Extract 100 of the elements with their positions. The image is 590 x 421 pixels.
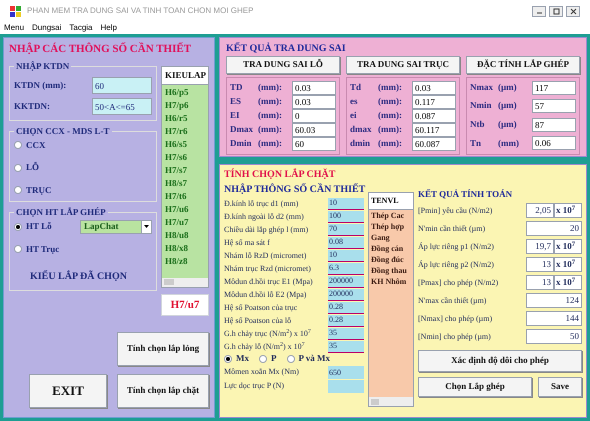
- value-field[interactable]: 20: [526, 221, 582, 236]
- menu-item[interactable]: Help: [100, 22, 117, 34]
- exit-button[interactable]: EXIT: [29, 374, 107, 408]
- list-item[interactable]: Đồng thau: [371, 265, 411, 276]
- allow-interference-button[interactable]: Xác định độ dôi cho phép: [418, 350, 582, 372]
- value-field[interactable]: 0.03: [412, 80, 456, 94]
- list-item[interactable]: H6/r5: [165, 112, 205, 125]
- loose-fit-button[interactable]: Tính chọn lắp lỏng: [117, 332, 209, 366]
- input-field[interactable]: 35: [328, 340, 364, 352]
- input-field[interactable]: 0.08: [328, 236, 364, 248]
- radio-label: HT Lỗ: [26, 220, 52, 233]
- list-item[interactable]: Đồng cán: [371, 243, 411, 254]
- row-label: Nmin: [470, 99, 493, 112]
- unit-label: (mm):: [258, 94, 283, 108]
- input-field[interactable]: 10: [328, 198, 364, 210]
- value-field[interactable]: 19,7: [526, 239, 554, 254]
- maximize-icon: [552, 8, 560, 14]
- list-item[interactable]: KH Nhôm: [371, 276, 411, 287]
- group-title: CHỌN CCX - MDS L-T: [15, 125, 110, 138]
- list-item[interactable]: H7/p6: [165, 99, 205, 112]
- menu-item[interactable]: Dungsai: [32, 22, 62, 34]
- input-field[interactable]: 35: [328, 328, 364, 340]
- radio-button[interactable]: [14, 245, 22, 254]
- list-item[interactable]: H6/s5: [165, 138, 205, 151]
- group-header[interactable]: TRA DUNG SAI LỖ: [226, 56, 340, 74]
- param-label: Môdun đ.hồi trục E1 (Mpa): [224, 276, 313, 288]
- dropdown[interactable]: LapChat: [80, 220, 152, 234]
- choose-fit-button[interactable]: Chọn Lắp ghép: [418, 376, 532, 396]
- scrollbar[interactable]: [369, 397, 413, 406]
- value-field[interactable]: 0.087: [412, 108, 456, 122]
- menu-item[interactable]: Tacgia: [69, 22, 92, 34]
- list-item[interactable]: H7/u6: [165, 203, 205, 216]
- input-field[interactable]: 70: [328, 224, 364, 236]
- list-item[interactable]: H7/s6: [165, 151, 205, 164]
- value-field[interactable]: 60.087: [412, 136, 456, 150]
- list-item[interactable]: Thép Cac: [371, 210, 411, 221]
- value-field[interactable]: 60.03: [292, 122, 336, 136]
- input-field[interactable]: 60: [92, 77, 152, 94]
- exponent-label: x 10$^{7}$: [554, 257, 582, 272]
- radio-label: Mx: [236, 352, 249, 366]
- list-item[interactable]: Gang: [371, 232, 411, 243]
- radio-button[interactable]: [14, 164, 22, 172]
- value-field[interactable]: 13: [526, 275, 554, 290]
- value-field[interactable]: 0.03: [292, 94, 336, 108]
- value-field[interactable]: 0.117: [412, 94, 456, 108]
- menu-item[interactable]: Menu: [4, 22, 24, 34]
- input-field[interactable]: 10: [328, 250, 364, 262]
- input-field[interactable]: 200000: [328, 288, 364, 300]
- save-button[interactable]: Save: [538, 376, 582, 396]
- list-item[interactable]: H7/s7: [165, 164, 205, 177]
- radio-button[interactable]: [14, 141, 22, 150]
- input-field[interactable]: [328, 380, 364, 392]
- radio-label: HT Trục: [26, 242, 60, 256]
- list-item[interactable]: H8/z8: [165, 255, 205, 268]
- group-header[interactable]: ĐẶC TÍNH LẮP GHÉP: [466, 56, 580, 74]
- list-item[interactable]: H7/t6: [165, 190, 205, 203]
- group-header[interactable]: TRA DUNG SAI TRỤC: [346, 56, 460, 74]
- list-item[interactable]: H8/x8: [165, 242, 205, 255]
- radio-button[interactable]: [286, 355, 294, 363]
- list-item[interactable]: H8/u8: [165, 229, 205, 242]
- close-button[interactable]: [566, 6, 580, 16]
- list-item[interactable]: Đồng đúc: [371, 254, 411, 265]
- value-field[interactable]: 60.117: [412, 122, 456, 136]
- input-field[interactable]: 200000: [328, 276, 364, 288]
- radio-button[interactable]: [259, 355, 267, 363]
- value-field[interactable]: 13: [526, 257, 554, 272]
- value-field[interactable]: 144: [526, 311, 582, 326]
- param-label: Mômen xoắn Mx (Nm): [224, 366, 299, 378]
- input-field[interactable]: 0.28: [328, 302, 364, 314]
- value-field[interactable]: 117: [532, 80, 576, 94]
- panel-title: NHẬP CÁC THÔNG SỐ CẦN THIẾT: [9, 41, 192, 57]
- input-field[interactable]: 0.28: [328, 314, 364, 326]
- value-field[interactable]: 2,05: [526, 203, 554, 218]
- list-item[interactable]: H7/u7: [165, 216, 205, 229]
- list-item[interactable]: H7/r6: [165, 125, 205, 138]
- param-label: Hệ số Poatson của lỗ: [224, 314, 292, 326]
- value-field[interactable]: 0.06: [532, 136, 576, 150]
- value-field[interactable]: 57: [532, 99, 576, 114]
- value-field[interactable]: 60: [292, 136, 336, 150]
- close-icon: [570, 8, 576, 14]
- maximize-button[interactable]: [549, 6, 563, 16]
- input-field[interactable]: 50<A<=65: [92, 98, 152, 115]
- value-field[interactable]: 124: [526, 293, 582, 308]
- value-field[interactable]: 50: [526, 329, 582, 344]
- input-field[interactable]: 650: [328, 366, 364, 378]
- radio-button[interactable]: [224, 355, 232, 363]
- radio-button[interactable]: [14, 186, 22, 194]
- radio-button[interactable]: [14, 222, 22, 230]
- list-item[interactable]: H8/s7: [165, 177, 205, 190]
- list-item[interactable]: Thép hợp: [371, 221, 411, 232]
- tight-fit-button[interactable]: Tính chọn lắp chặt: [117, 374, 209, 408]
- minimize-button[interactable]: [532, 6, 546, 16]
- list-item[interactable]: H6/p5: [165, 86, 205, 99]
- scrollbar[interactable]: [162, 278, 208, 286]
- value-field[interactable]: 0.03: [292, 80, 336, 94]
- value-field[interactable]: 87: [532, 118, 576, 132]
- value-field[interactable]: 0: [292, 108, 336, 122]
- list-header: KIEULAP: [162, 66, 208, 85]
- input-field[interactable]: 6.3: [328, 262, 364, 274]
- input-field[interactable]: 100: [328, 210, 364, 222]
